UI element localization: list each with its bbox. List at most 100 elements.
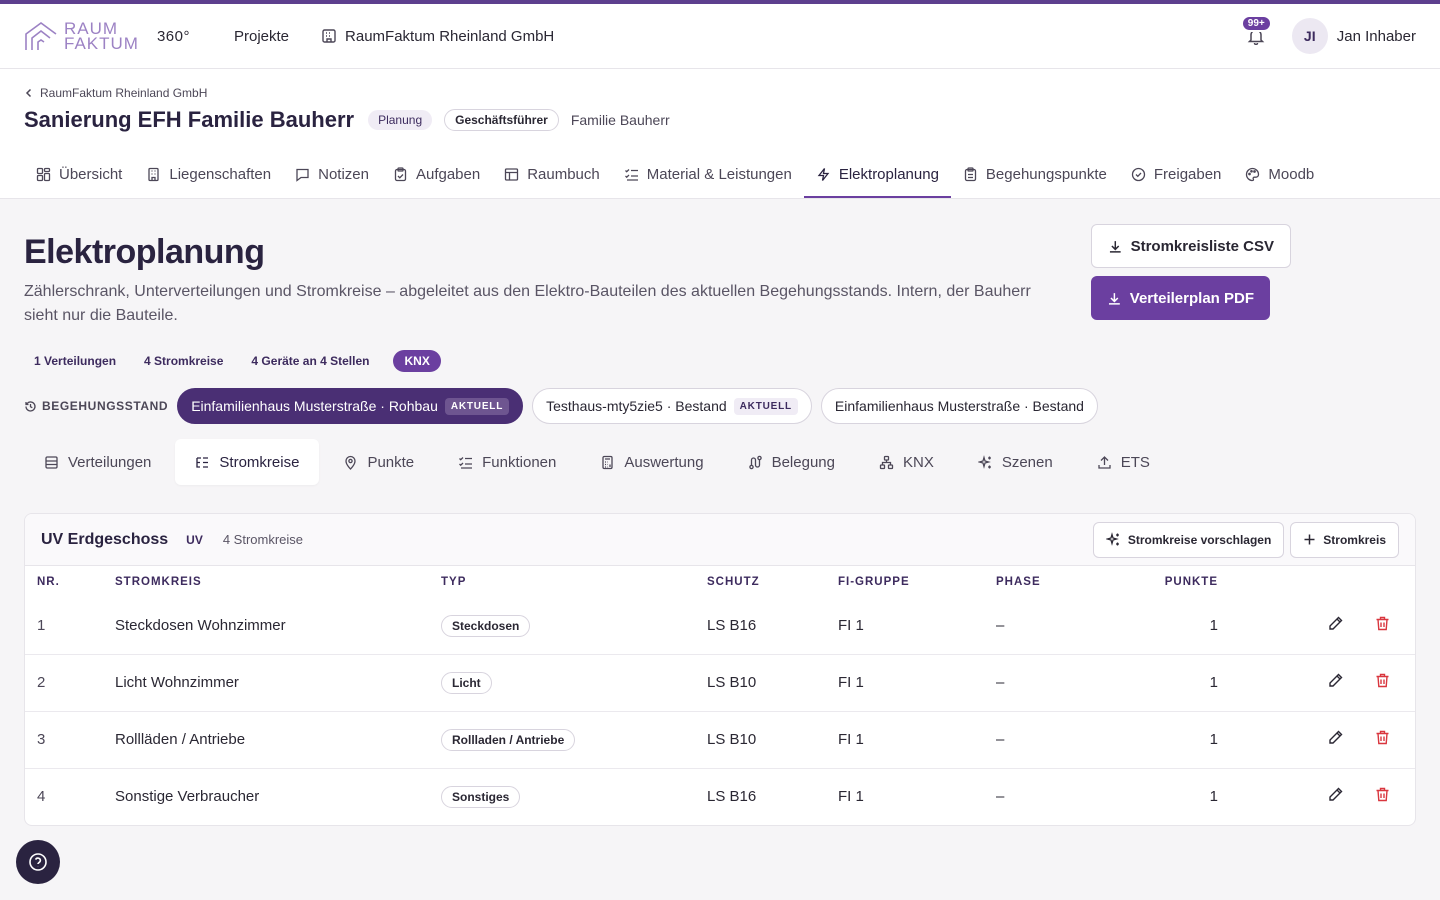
nav-projects-link[interactable]: Projekte [234,28,289,45]
subtab-funktionen[interactable]: Funktionen [438,439,576,485]
clipboard-check-icon [394,166,407,181]
cell-punkte: 1 [1209,617,1218,635]
export-csv-button[interactable]: Stromkreisliste CSV [1091,224,1291,268]
cell-punkte: 1 [1116,710,1218,768]
col-fi-gruppe: FI-GRUPPE [838,576,910,588]
upload-icon [1098,455,1111,469]
col-phase: PHASE [996,576,1041,588]
notifications-button[interactable]: 99+ [1240,15,1272,48]
subtab-auswertung[interactable]: Auswertung [580,439,723,485]
col-typ: TYP [441,576,467,588]
col-schutz: SCHUTZ [707,576,760,588]
cell-phase: – [996,617,1005,635]
breadcrumb[interactable]: RaumFaktum Rheinland GmbH [24,69,1416,100]
stand-chip-rohbau[interactable]: Einfamilienhaus Musterstraße · Rohbau AK… [177,388,524,424]
list-tree-icon [196,456,209,468]
company-name: RaumFaktum Rheinland GmbH [345,27,555,45]
subtab-szenen[interactable]: Szenen [958,439,1073,485]
cell-schutz: LS B16 [707,767,838,825]
stat-verteilungen: 1 Verteilungen [34,354,117,368]
subtab-belegung[interactable]: Belegung [728,439,855,485]
cell-schutz: LS B16 [707,617,757,635]
cell-punkte: 1 [1116,767,1218,825]
tab-elektroplanung[interactable]: Elektroplanung [803,152,951,198]
trash-icon[interactable] [1374,615,1391,632]
tab-liegenschaften[interactable]: Liegenschaften [134,152,283,198]
trash-icon[interactable] [1374,729,1391,746]
stand-chip-testhaus[interactable]: Testhaus-mty5zie5 · Bestand AKTUELL [532,388,812,424]
page-description: Zählerschrank, Unterverteilungen und Str… [24,283,1031,324]
help-circle-icon [29,853,47,871]
chevron-left-icon [25,88,32,98]
pencil-icon[interactable] [1327,786,1344,803]
table-icon [505,167,519,181]
pencil-icon[interactable] [1327,672,1344,689]
subtab-ets[interactable]: ETS [1077,439,1170,485]
top-bar: RAUM FAKTUM 360° Projekte RaumFaktum Rhe… [0,4,1440,69]
logo-suffix: 360° [156,27,190,45]
add-circuit-button[interactable]: Stromkreis [1290,521,1399,558]
route-icon [748,455,762,469]
tab-material-leistungen[interactable]: Material & Leistungen [612,152,804,198]
stats-row: 1 Verteilungen 4 Stromkreise 4 Geräte an… [24,350,1416,372]
trash-icon[interactable] [1374,786,1391,803]
logo[interactable]: RAUM FAKTUM 360° [24,20,190,52]
sparkles-icon [977,454,991,469]
list-check-icon [459,456,473,469]
subtab-punkte[interactable]: Punkte [323,439,434,485]
help-button[interactable] [16,840,60,884]
subtab-stromkreise[interactable]: Stromkreise [175,439,320,485]
network-icon [879,455,894,469]
calculator-icon [602,455,614,469]
client-name: Familie Bauherr [570,112,670,128]
distribution-title: UV Erdgeschoss [41,530,169,548]
col-actions [1218,566,1415,598]
logo-wordmark: RAUM FAKTUM [64,19,139,53]
pencil-icon[interactable] [1327,729,1344,746]
stand-chip-bestand[interactable]: Einfamilienhaus Musterstraße · Bestand [820,388,1098,424]
begehungsstand-label: BEGEHUNGSSTAND [24,399,168,413]
distribution-card-header: UV Erdgeschoss UV 4 Stromkreise Stromkre… [25,514,1415,566]
tab-begehungspunkte[interactable]: Begehungspunkte [951,152,1119,198]
cell-phase: – [996,710,1116,768]
company-switcher[interactable]: RaumFaktum Rheinland GmbH [321,28,554,45]
tab-aufgaben[interactable]: Aufgaben [381,152,492,198]
tab-moodboard[interactable]: Moodb [1233,152,1326,198]
project-status-badge: Planung [368,110,433,130]
subtab-knx[interactable]: KNX [859,439,954,485]
circuit-type-badge: Licht [441,671,492,694]
elektro-subtabs: Verteilungen Stromkreise Punkte Funktion… [24,439,1416,485]
tab-uebersicht[interactable]: Übersicht [24,152,134,198]
current-badge: AKTUELL [444,397,510,415]
distribution-card: UV Erdgeschoss UV 4 Stromkreise Stromkre… [24,513,1416,826]
avatar[interactable]: JI [1291,18,1328,54]
table-row: 3 Rollläden / Antriebe Rollladen / Antri… [25,710,1415,768]
export-pdf-button[interactable]: Verteilerplan PDF [1091,276,1270,320]
breadcrumb-company[interactable]: RaumFaktum Rheinland GmbH [40,86,207,100]
cell-stromkreis: Steckdosen Wohnzimmer [115,617,286,635]
pencil-icon[interactable] [1327,615,1344,632]
download-icon [1109,240,1121,253]
panel-icon [45,455,58,469]
subtab-verteilungen[interactable]: Verteilungen [24,439,171,485]
cell-stromkreis: Rollläden / Antriebe [115,710,441,768]
list-check-icon [624,168,638,181]
circuit-type-badge: Rollladen / Antriebe [441,728,576,751]
role-badge: Geschäftsführer [444,109,559,131]
download-icon [1108,292,1120,305]
tab-notizen[interactable]: Notizen [283,152,381,198]
cell-stromkreis: Sonstige Verbraucher [115,767,441,825]
current-badge: AKTUELL [733,397,798,415]
building-icon [322,29,336,43]
stat-geraete: 4 Geräte an 4 Stellen [251,354,370,368]
tab-raumbuch[interactable]: Raumbuch [492,152,612,198]
username[interactable]: Jan Inhaber [1337,28,1416,45]
suggest-circuits-button[interactable]: Stromkreise vorschlagen [1092,521,1285,558]
distribution-type-tag: UV [186,532,203,547]
cell-phase: – [996,653,1116,711]
clipboard-icon [964,166,977,181]
tab-freigaben[interactable]: Freigaben [1119,152,1234,198]
check-circle-icon [1131,167,1146,181]
project-tabs: Übersicht Liegenschaften Notizen Aufgabe… [24,152,1416,198]
trash-icon[interactable] [1374,672,1391,689]
